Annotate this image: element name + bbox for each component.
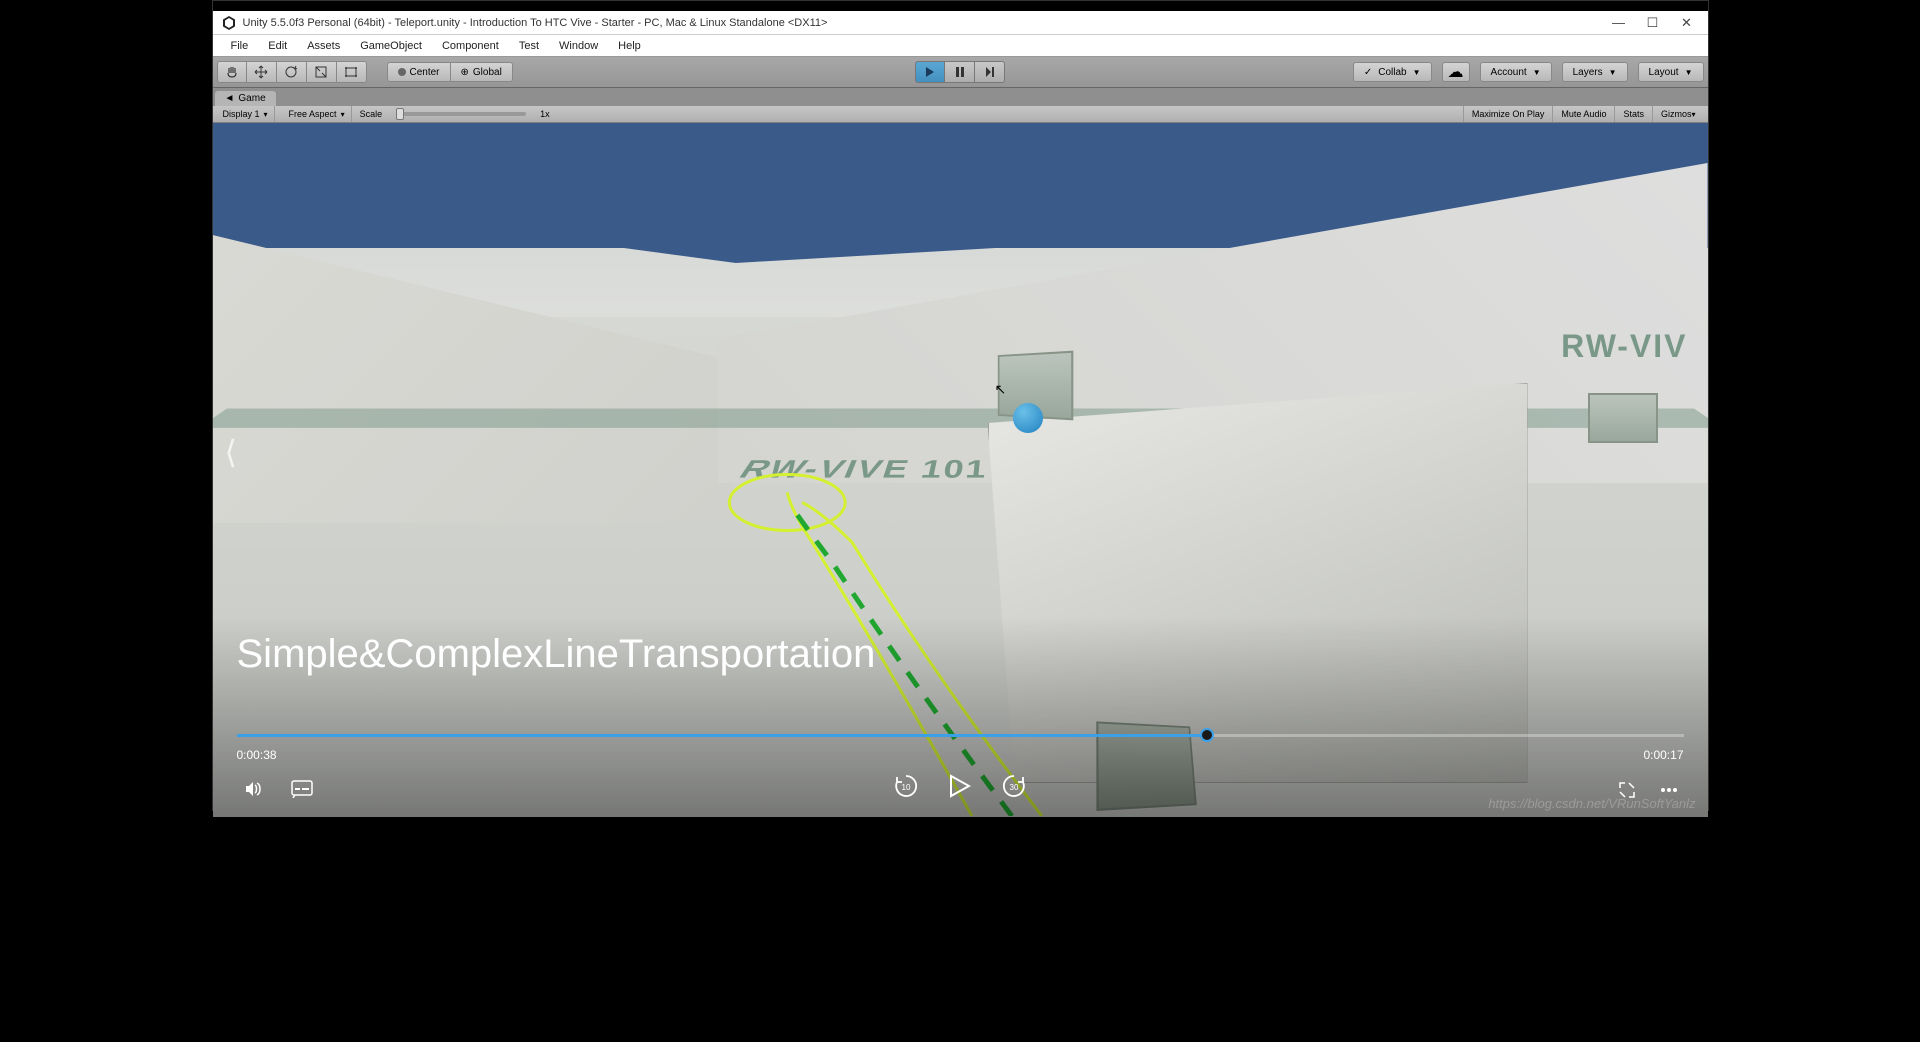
pivot-label: Center xyxy=(410,67,440,78)
play-controls xyxy=(915,61,1005,83)
scene-table xyxy=(988,383,1528,783)
cloud-icon: ☁ xyxy=(1448,62,1464,82)
layers-label: Layers xyxy=(1573,67,1603,78)
menu-window[interactable]: Window xyxy=(549,37,608,55)
main-toolbar: Center ⊕ Global ✓ Collab ▼ ☁ Account ▼ Layer… xyxy=(213,57,1708,88)
nav-prev-button[interactable]: ⟨ xyxy=(225,433,237,471)
chevron-down-icon: ▼ xyxy=(1413,68,1421,77)
layout-label: Layout xyxy=(1649,67,1679,78)
display-dropdown[interactable]: Display 1 ▾ xyxy=(217,106,275,122)
display-label: Display 1 xyxy=(223,109,260,119)
maximize-button[interactable]: ☐ xyxy=(1644,14,1662,32)
time-elapsed: 0:00:38 xyxy=(237,748,277,762)
game-tab-label: Game xyxy=(238,93,265,104)
unity-logo-icon xyxy=(221,15,237,31)
stats[interactable]: Stats xyxy=(1614,106,1652,122)
more-options-button[interactable] xyxy=(1660,787,1678,793)
menu-assets[interactable]: Assets xyxy=(297,37,350,55)
layout-dropdown[interactable]: Layout ▼ xyxy=(1638,62,1704,82)
skip-forward-button[interactable]: 30 xyxy=(1001,773,1027,799)
scale-label: Scale xyxy=(360,109,383,119)
aspect-label: Free Aspect xyxy=(289,109,337,119)
menu-gameobject[interactable]: GameObject xyxy=(350,37,432,55)
chevron-icon: ▾ xyxy=(264,110,268,119)
mute-audio[interactable]: Mute Audio xyxy=(1552,106,1614,122)
account-dropdown[interactable]: Account ▼ xyxy=(1480,62,1552,82)
handle-label: Global xyxy=(473,67,502,78)
transform-tools xyxy=(217,61,367,83)
menu-file[interactable]: File xyxy=(221,37,259,55)
handle-toggle[interactable]: ⊕ Global xyxy=(450,62,513,82)
rect-tool[interactable] xyxy=(337,61,367,83)
pivot-handle-toggles: Center ⊕ Global xyxy=(387,62,513,82)
skip-back-button[interactable]: 10 xyxy=(893,773,919,799)
menu-bar: File Edit Assets GameObject Component Te… xyxy=(213,35,1708,57)
cloud-button[interactable]: ☁ xyxy=(1442,62,1470,82)
time-remaining: 0:00:17 xyxy=(1643,748,1683,762)
scale-slider[interactable] xyxy=(396,112,526,116)
collab-label: Collab xyxy=(1378,67,1406,78)
watermark: https://blog.csdn.net/VRunSoftYanlz xyxy=(1488,796,1695,811)
svg-text:10: 10 xyxy=(902,783,911,792)
center-icon xyxy=(398,68,406,76)
svg-text:30: 30 xyxy=(1010,783,1019,792)
tab-bar: ◄Game xyxy=(213,88,1708,106)
menu-help[interactable]: Help xyxy=(608,37,651,55)
close-button[interactable]: ✕ xyxy=(1678,14,1696,32)
game-toolbar: Display 1 ▾ Free Aspect ▾ Scale 1x Maximiz… xyxy=(213,106,1708,123)
scale-handle[interactable] xyxy=(396,108,404,120)
floor-text: RW-VIVE 101 xyxy=(732,455,988,485)
collab-dropdown[interactable]: ✓ Collab ▼ xyxy=(1353,62,1432,82)
pivot-toggle[interactable]: Center xyxy=(387,62,451,82)
play-button[interactable] xyxy=(915,61,945,83)
hand-tool[interactable] xyxy=(217,61,247,83)
video-progress-bar[interactable] xyxy=(237,734,1684,737)
chevron-down-icon: ▼ xyxy=(1533,68,1541,77)
game-view: RW-VIVE 101 RW-VIV ↖ ⟨ Simple&ComplexLin… xyxy=(213,123,1708,817)
gizmos[interactable]: Gizmos▾ xyxy=(1652,106,1704,122)
scene-cube xyxy=(1588,393,1658,443)
global-icon: ⊕ xyxy=(461,67,469,78)
scale-tool[interactable] xyxy=(307,61,337,83)
volume-button[interactable] xyxy=(243,779,263,799)
menu-component[interactable]: Component xyxy=(432,37,509,55)
play-video-button[interactable] xyxy=(949,774,971,798)
account-label: Account xyxy=(1491,67,1527,78)
gizmos-label: Gizmos xyxy=(1661,109,1692,119)
aspect-dropdown[interactable]: Free Aspect ▾ xyxy=(283,106,352,122)
floor-text: RW-VIV xyxy=(1561,328,1687,365)
title-bar: Unity 5.5.0f3 Personal (64bit) - Telepor… xyxy=(213,11,1708,35)
check-icon: ✓ xyxy=(1364,67,1372,78)
layers-dropdown[interactable]: Layers ▼ xyxy=(1562,62,1628,82)
window-title: Unity 5.5.0f3 Personal (64bit) - Telepor… xyxy=(243,17,1610,29)
rotate-tool[interactable] xyxy=(277,61,307,83)
scene-ball xyxy=(1013,403,1043,433)
game-icon: ◄ xyxy=(225,93,235,104)
chevron-down-icon: ▼ xyxy=(1609,68,1617,77)
chevron-icon: ▾ xyxy=(1691,110,1695,119)
video-title: Simple&ComplexLineTransportation xyxy=(237,632,876,677)
maximize-on-play[interactable]: Maximize On Play xyxy=(1463,106,1553,122)
captions-button[interactable] xyxy=(291,780,313,798)
menu-test[interactable]: Test xyxy=(509,37,549,55)
step-button[interactable] xyxy=(975,61,1005,83)
chevron-down-icon: ▼ xyxy=(1685,68,1693,77)
game-tab[interactable]: ◄Game xyxy=(215,91,276,106)
move-tool[interactable] xyxy=(247,61,277,83)
scale-value: 1x xyxy=(540,109,550,119)
menu-edit[interactable]: Edit xyxy=(258,37,297,55)
chevron-icon: ▾ xyxy=(341,110,345,119)
progress-fill xyxy=(237,734,1206,737)
progress-handle[interactable] xyxy=(1200,728,1214,742)
cursor-icon: ↖ xyxy=(995,381,1007,398)
pause-button[interactable] xyxy=(945,61,975,83)
minimize-button[interactable]: — xyxy=(1610,14,1628,32)
